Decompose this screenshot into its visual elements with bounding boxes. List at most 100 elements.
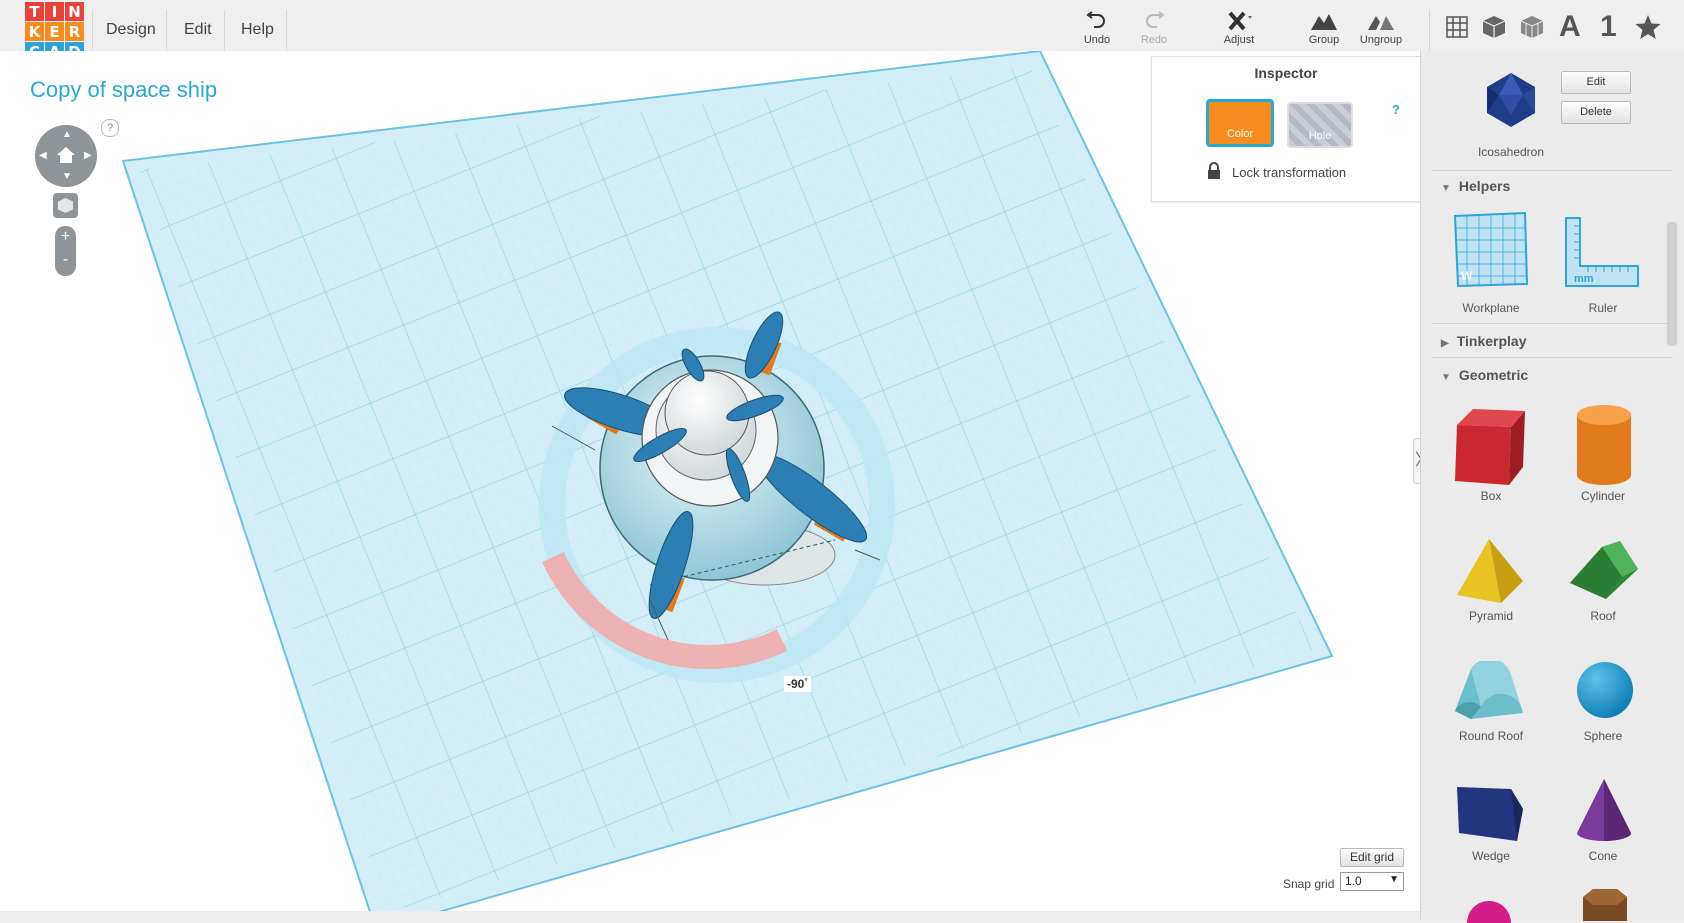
logo-letter: R xyxy=(65,22,84,41)
grid-view-icon[interactable] xyxy=(1444,14,1470,40)
shape-label-box: Box xyxy=(1480,489,1502,503)
divider xyxy=(286,10,287,54)
shape-label-roof: Roof xyxy=(1590,609,1616,623)
torus-shape[interactable] xyxy=(1467,901,1511,923)
color-swatch[interactable]: Color xyxy=(1206,99,1274,147)
redo-label: Redo xyxy=(1140,34,1168,46)
divider xyxy=(224,10,225,54)
delete-shape-button[interactable]: Delete xyxy=(1561,101,1631,124)
logo-letter: I xyxy=(45,2,64,21)
icosahedron-thumbnail[interactable] xyxy=(1483,71,1539,129)
undo-icon xyxy=(1086,11,1105,28)
cylinder-shape[interactable] xyxy=(1573,403,1635,487)
svg-text:W: W xyxy=(1461,269,1473,283)
arrow-down-icon[interactable]: ▼ xyxy=(62,171,72,182)
cube-icon xyxy=(58,198,73,213)
logo-letter: K xyxy=(25,22,44,41)
hole-label: Hole xyxy=(1308,130,1332,142)
arrow-left-icon[interactable]: ◀ xyxy=(39,150,47,161)
design-title[interactable]: Copy of space ship xyxy=(30,77,217,103)
shape-label-cylinder: Cylinder xyxy=(1580,489,1625,503)
edit-shape-button[interactable]: Edit xyxy=(1561,71,1631,94)
color-label: Color xyxy=(1226,128,1254,140)
ungroup-label: Ungroup xyxy=(1359,34,1403,46)
snap-grid-value: 1.0 xyxy=(1345,874,1362,888)
redo-icon xyxy=(1146,11,1165,28)
chevron-down-icon: ▼ xyxy=(1441,183,1451,194)
chevron-right-icon: ▶ xyxy=(1441,338,1449,349)
helper-label-ruler: Ruler xyxy=(1588,301,1618,315)
helpers-header[interactable]: ▼ Helpers xyxy=(1441,178,1510,194)
helper-label-workplane: Workplane xyxy=(1462,301,1520,315)
geometric-header[interactable]: ▼ Geometric xyxy=(1441,367,1528,383)
group-button[interactable]: Group xyxy=(1294,10,1354,46)
geometric-title: Geometric xyxy=(1458,367,1529,383)
rotation-angle-label: -90° xyxy=(784,676,811,692)
panel-scrollbar[interactable] xyxy=(1667,222,1677,346)
arrow-up-icon[interactable]: ▲ xyxy=(62,129,72,140)
chevron-down-icon: ▼ xyxy=(1441,372,1451,383)
tinkerplay-title: Tinkerplay xyxy=(1456,333,1527,349)
snap-grid-select[interactable]: 1.0 ▼ xyxy=(1340,872,1404,891)
text-shape-icon[interactable]: A xyxy=(1559,10,1581,44)
tinkerplay-header[interactable]: ▶ Tinkerplay xyxy=(1441,333,1526,349)
logo-letter: E xyxy=(45,22,64,41)
shape-label-sphere: Sphere xyxy=(1583,729,1623,743)
edit-grid-button[interactable]: Edit grid xyxy=(1340,848,1404,867)
divider xyxy=(166,10,167,54)
roof-shape[interactable] xyxy=(1566,537,1642,605)
shape-label-pyramid: Pyramid xyxy=(1468,609,1513,623)
cube-view-icon[interactable] xyxy=(1481,14,1507,40)
divider xyxy=(1431,170,1673,171)
cone-shape[interactable] xyxy=(1573,777,1635,845)
lock-icon[interactable] xyxy=(1207,162,1221,180)
adjust-icon xyxy=(1228,11,1252,31)
logo-letter: T xyxy=(25,2,44,21)
wireframe-icon[interactable] xyxy=(1519,14,1545,40)
hexagonal-prism-shape[interactable] xyxy=(1573,887,1633,921)
star-icon[interactable] xyxy=(1634,13,1662,41)
shapes-panel: Icosahedron Edit Delete ▼ Helpers W mm Wo… xyxy=(1420,51,1684,923)
adjust-button[interactable]: Adjust xyxy=(1209,10,1269,46)
snap-grid-label: Snap grid xyxy=(1283,877,1335,891)
help-icon[interactable]: ? xyxy=(101,119,119,137)
orbit-control[interactable]: ▲ ▼ ◀ ▶ xyxy=(35,125,97,187)
ungroup-button[interactable]: Ungroup xyxy=(1351,10,1411,46)
rotation-value: -90 xyxy=(787,677,805,691)
hole-button[interactable]: Hole xyxy=(1287,102,1353,148)
inspector-help-icon[interactable]: ? xyxy=(1392,102,1400,117)
pyramid-shape[interactable] xyxy=(1453,537,1525,605)
sphere-shape[interactable] xyxy=(1575,659,1635,721)
divider xyxy=(1431,323,1673,324)
undo-button[interactable]: Undo xyxy=(1067,10,1127,46)
degree-unit: ° xyxy=(804,677,808,686)
undo-label: Undo xyxy=(1083,34,1111,46)
inspector-title: Inspector xyxy=(1254,65,1318,81)
logo-letter: N xyxy=(65,2,84,21)
inspector-panel: Inspector Color Hole ? Lock transformati… xyxy=(1151,56,1421,202)
redo-button[interactable]: Redo xyxy=(1124,10,1184,46)
ungroup-icon xyxy=(1368,16,1394,30)
chevron-down-icon: ▼ xyxy=(1389,874,1399,885)
zoom-control: + - xyxy=(55,226,76,276)
divider xyxy=(1429,10,1430,54)
zoom-out-button[interactable]: - xyxy=(55,251,76,269)
lock-transformation-label[interactable]: Lock transformation xyxy=(1232,165,1346,180)
adjust-label: Adjust xyxy=(1223,34,1255,46)
number-shape-icon[interactable]: 1 xyxy=(1600,10,1617,44)
shape-label-cone: Cone xyxy=(1588,849,1618,863)
arrow-right-icon[interactable]: ▶ xyxy=(84,150,92,161)
box-shape[interactable] xyxy=(1451,403,1529,487)
divider xyxy=(92,10,93,54)
view-cube-button[interactable] xyxy=(53,193,78,218)
ruler-icon[interactable]: mm xyxy=(1564,216,1640,288)
group-icon xyxy=(1311,14,1337,30)
group-label: Group xyxy=(1308,34,1340,46)
zoom-in-button[interactable]: + xyxy=(55,228,76,246)
round-roof-shape[interactable] xyxy=(1451,661,1527,725)
wedge-shape[interactable] xyxy=(1453,779,1527,845)
selected-shape-name: Icosahedron xyxy=(1477,145,1545,159)
svg-text:mm: mm xyxy=(1574,273,1594,285)
home-icon[interactable] xyxy=(56,146,76,164)
workplane-icon[interactable]: W xyxy=(1453,212,1529,288)
